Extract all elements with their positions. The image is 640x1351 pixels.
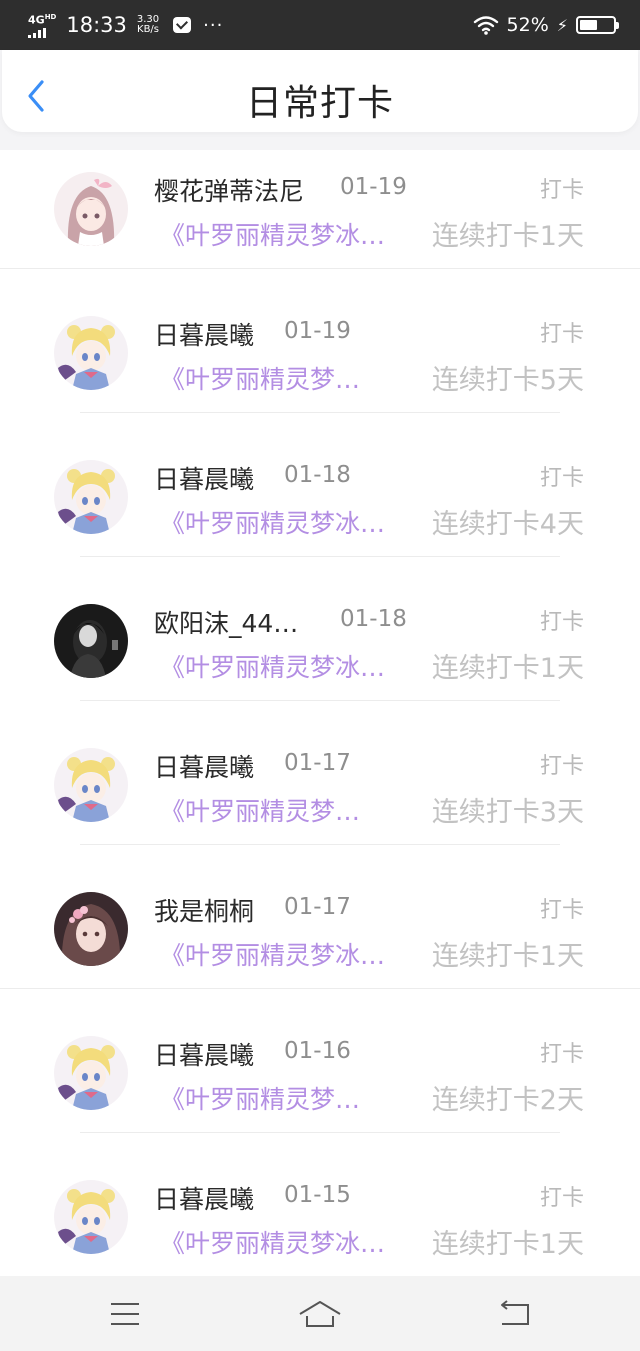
username[interactable]: 樱花弹蒂法尼 [154,172,304,208]
checkin-action-label[interactable]: 打卡 [540,748,584,780]
checkin-action-label[interactable]: 打卡 [540,172,584,204]
checkin-action-label[interactable]: 打卡 [540,1036,584,1068]
checkin-date: 01-18 [284,462,351,488]
book-title-link[interactable]: 《叶罗丽精灵梦… [160,360,360,396]
network-type: 4G [28,13,45,27]
username[interactable]: 日暮晨曦 [154,460,254,496]
checkin-row[interactable]: 日暮晨曦 01-17 打卡《叶罗丽精灵梦… 连续打卡3天 [0,726,640,870]
checkin-row[interactable]: 日暮晨曦 01-16 打卡《叶罗丽精灵梦… 连续打卡2天 [0,1014,640,1158]
checkin-date: 01-17 [284,894,351,920]
checkin-date: 01-16 [284,1038,351,1064]
avatar[interactable] [54,1180,128,1254]
checkin-action-label[interactable]: 打卡 [540,316,584,348]
battery-percent: 52% [506,14,549,36]
menu-icon[interactable] [100,1294,150,1334]
cellular-signal-icon: 4GHD [28,12,56,38]
status-bar: 4GHD 18:33 3.30 KB/s ··· 52% ⚡ [0,0,640,50]
avatar[interactable] [54,172,128,246]
avatar[interactable] [54,892,128,966]
checkin-date: 01-18 [340,606,407,632]
checkin-action-label[interactable]: 打卡 [540,460,584,492]
book-title-link[interactable]: 《叶罗丽精灵梦冰… [160,936,385,972]
row-divider [80,556,560,557]
clock: 18:33 [66,13,127,37]
username[interactable]: 日暮晨曦 [154,748,254,784]
streak-text: 连续打卡1天 [431,653,584,684]
username[interactable]: 日暮晨曦 [154,1180,254,1216]
avatar[interactable] [54,1036,128,1110]
checkin-date: 01-19 [340,174,407,200]
wifi-icon [473,16,498,35]
system-nav-bar [0,1276,640,1351]
book-title-link[interactable]: 《叶罗丽精灵梦冰… [160,1224,385,1260]
charging-icon: ⚡ [556,15,568,35]
avatar[interactable] [54,460,128,534]
return-icon[interactable] [490,1294,540,1334]
checkin-row[interactable]: 日暮晨曦 01-15 打卡《叶罗丽精灵梦冰… 连续打卡1天 [0,1158,640,1276]
home-icon[interactable] [295,1294,345,1334]
row-divider [80,700,560,701]
streak-text: 连续打卡2天 [431,1085,584,1116]
checkin-row[interactable]: 我是桐桐 01-17 打卡《叶罗丽精灵梦冰… 连续打卡1天 [0,870,640,1014]
book-title-link[interactable]: 《叶罗丽精灵梦冰… [160,216,385,252]
book-title-link[interactable]: 《叶罗丽精灵梦… [160,1080,360,1116]
checkin-date: 01-15 [284,1182,351,1208]
checkin-row[interactable]: 欧阳沫_44… 01-18 打卡《叶罗丽精灵梦冰… 连续打卡1天 [0,582,640,726]
avatar[interactable] [54,748,128,822]
row-divider [0,988,640,989]
avatar[interactable] [54,316,128,390]
streak-text: 连续打卡1天 [431,1229,584,1260]
speed-unit: KB/s [137,24,160,35]
streak-text: 连续打卡5天 [431,365,584,396]
checkin-row[interactable]: 日暮晨曦 01-18 打卡《叶罗丽精灵梦冰… 连续打卡4天 [0,438,640,582]
streak-text: 连续打卡3天 [431,797,584,828]
row-divider [0,268,640,269]
battery-icon [576,16,619,34]
username[interactable]: 我是桐桐 [154,892,254,928]
network-speed: 3.30 KB/s [137,15,159,35]
book-title-link[interactable]: 《叶罗丽精灵梦… [160,792,360,828]
streak-text: 连续打卡1天 [431,221,584,252]
username[interactable]: 日暮晨曦 [154,316,254,352]
streak-text: 连续打卡4天 [431,509,584,540]
streak-text: 连续打卡1天 [431,941,584,972]
username[interactable]: 欧阳沫_44… [154,604,298,640]
book-title-link[interactable]: 《叶罗丽精灵梦冰… [160,648,385,684]
checkin-date: 01-19 [284,318,351,344]
more-notifications-icon: ··· [203,14,224,36]
network-hd: HD [44,13,57,22]
checkin-date: 01-17 [284,750,351,776]
row-divider [80,844,560,845]
checkin-action-label[interactable]: 打卡 [540,604,584,636]
checkin-row[interactable]: 日暮晨曦 01-19 打卡《叶罗丽精灵梦… 连续打卡5天 [0,294,640,438]
avatar[interactable] [54,604,128,678]
checkin-action-label[interactable]: 打卡 [540,892,584,924]
page-title: 日常打卡 [245,83,394,124]
message-icon [173,17,192,33]
row-divider [80,1132,560,1133]
app-header: 日常打卡 [2,50,638,132]
checkin-list[interactable]: 樱花弹蒂法尼 01-19 打卡 《叶罗丽精灵梦冰… 连续打卡1天 日暮晨曦 01-19 打卡《… [0,150,640,1276]
checkin-row[interactable]: 樱花弹蒂法尼 01-19 打卡《叶罗丽精灵梦冰… 连续打卡1天 [0,150,640,294]
battery-level [580,20,597,30]
username[interactable]: 日暮晨曦 [154,1036,254,1072]
row-divider [80,412,560,413]
book-title-link[interactable]: 《叶罗丽精灵梦冰… [160,504,385,540]
checkin-action-label[interactable]: 打卡 [540,1180,584,1212]
